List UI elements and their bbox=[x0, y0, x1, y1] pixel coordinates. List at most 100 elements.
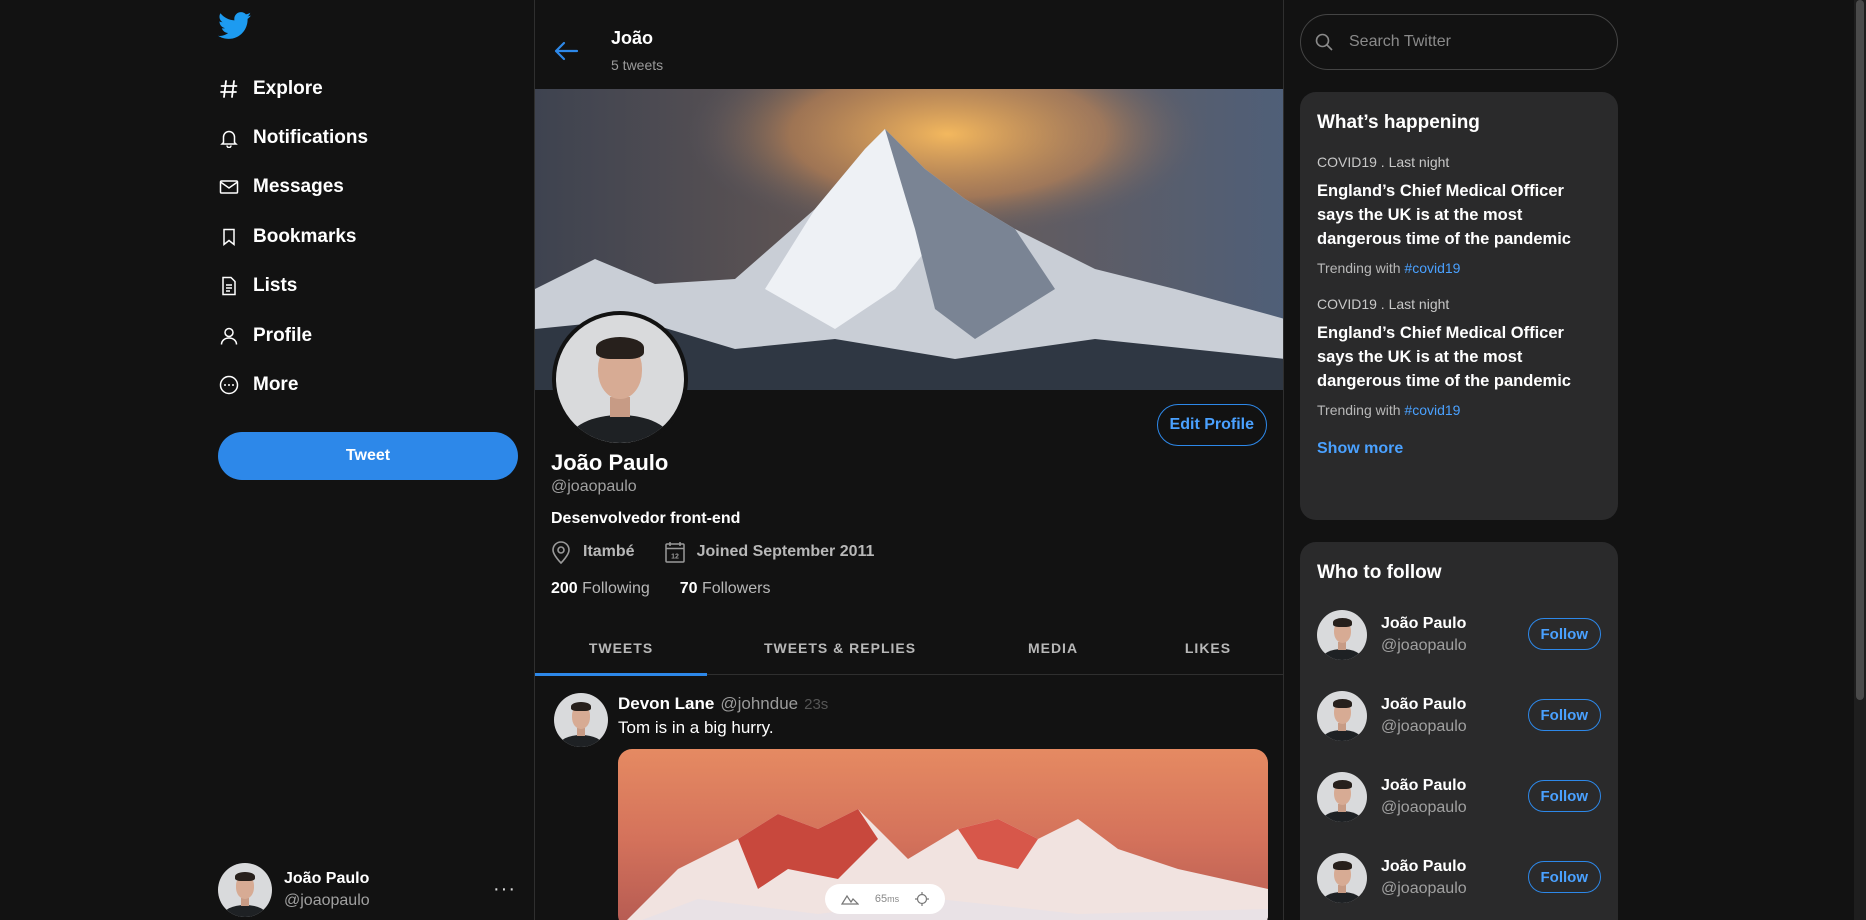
list-icon bbox=[218, 275, 240, 297]
trend-hashtag[interactable]: #covid19 bbox=[1404, 402, 1460, 418]
nav-messages-label: Messages bbox=[253, 176, 344, 198]
suggestion-name: João Paulo bbox=[1381, 776, 1467, 794]
tab-media[interactable]: MEDIA bbox=[973, 620, 1133, 675]
nav-notifications[interactable]: Notifications bbox=[218, 113, 368, 162]
profile-avatar[interactable] bbox=[552, 311, 688, 447]
whats-happening-card: What’s happening COVID19 . Last night En… bbox=[1300, 92, 1618, 520]
follow-button[interactable]: Follow bbox=[1527, 699, 1601, 731]
nav-explore[interactable]: Explore bbox=[218, 64, 368, 113]
twitter-bird-icon[interactable] bbox=[218, 12, 252, 40]
bell-icon bbox=[218, 127, 240, 149]
account-menu-icon[interactable]: ··· bbox=[493, 878, 516, 901]
hashtag-icon bbox=[218, 78, 240, 100]
profile-handle: @joaopaulo bbox=[551, 478, 637, 495]
nav-profile[interactable]: Profile bbox=[218, 311, 368, 360]
follow-suggestion[interactable]: João Paulo @joaopaulo Follow bbox=[1300, 756, 1618, 837]
search-icon bbox=[1315, 33, 1333, 51]
account-name: João Paulo bbox=[284, 870, 370, 887]
perf-number: 65 bbox=[874, 893, 888, 905]
follow-suggestion[interactable]: João Paulo @joaopaulo Follow bbox=[1300, 837, 1618, 918]
nav-bookmarks-label: Bookmarks bbox=[253, 225, 357, 247]
avatar bbox=[1317, 771, 1367, 822]
followers-link[interactable]: 70 Followers bbox=[680, 580, 771, 598]
page-scrollbar[interactable] bbox=[1854, 0, 1866, 920]
tweet-author-name[interactable]: Devon Lane bbox=[618, 694, 714, 713]
trend-headline: England’s Chief Medical Officer says the… bbox=[1317, 324, 1571, 390]
nav-bookmarks[interactable]: Bookmarks bbox=[218, 212, 368, 261]
more-icon bbox=[218, 374, 240, 396]
whats-happening-title: What’s happening bbox=[1317, 112, 1480, 133]
profile-stats: 200 Following 70 Followers bbox=[551, 580, 800, 598]
avatar bbox=[1317, 690, 1367, 741]
left-sidebar: Explore Notifications Messages Bookmarks… bbox=[218, 0, 518, 920]
trend-item[interactable]: COVID19 . Last night England’s Chief Med… bbox=[1300, 296, 1618, 418]
followers-count: 70 bbox=[679, 580, 698, 597]
following-label: Following bbox=[582, 580, 650, 597]
following-count: 200 bbox=[551, 580, 578, 597]
follow-suggestion[interactable]: João Paulo @joaopaulo Follow bbox=[1300, 675, 1618, 756]
trend-prefix: Trending with bbox=[1317, 260, 1401, 276]
nav-profile-label: Profile bbox=[253, 324, 313, 346]
tab-tweets[interactable]: TWEETS bbox=[535, 620, 707, 676]
profile-name: João Paulo bbox=[551, 450, 669, 475]
who-to-follow-card: Who to follow João Paulo @joaopaulo Follo… bbox=[1300, 542, 1618, 920]
tweet-timestamp: 23s bbox=[804, 696, 829, 713]
tweet-text: Tom is in a big hurry. bbox=[618, 718, 774, 737]
mountain-icon bbox=[840, 893, 859, 905]
perf-overlay[interactable]: 65ms bbox=[825, 884, 945, 914]
suggestion-handle: @joaopaulo bbox=[1381, 879, 1467, 897]
bookmark-icon bbox=[218, 226, 240, 248]
perf-value: 65ms bbox=[875, 893, 899, 905]
profile-column: João 5 tweets Edit Profile João Paulo @j… bbox=[534, 0, 1284, 920]
tab-likes[interactable]: LIKES bbox=[1133, 620, 1283, 675]
trend-meta: COVID19 . Last night bbox=[1317, 296, 1450, 312]
nav-messages[interactable]: Messages bbox=[218, 163, 368, 212]
nav-more[interactable]: More bbox=[218, 360, 368, 409]
suggestion-handle: @joaopaulo bbox=[1381, 636, 1467, 654]
profile-meta: Itambé 12 Joined September 2011 bbox=[551, 540, 904, 564]
account-handle: @joaopaulo bbox=[284, 892, 370, 909]
account-switcher[interactable]: João Paulo @joaopaulo ··· bbox=[218, 862, 518, 918]
user-icon bbox=[218, 325, 240, 347]
trend-item[interactable]: COVID19 . Last night England’s Chief Med… bbox=[1300, 154, 1618, 276]
tab-tweets-replies[interactable]: TWEETS & REPLIES bbox=[707, 620, 973, 675]
following-link[interactable]: 200 Following bbox=[551, 580, 650, 598]
who-to-follow-title: Who to follow bbox=[1317, 562, 1442, 583]
crosshair-icon[interactable] bbox=[915, 892, 930, 906]
nav-notifications-label: Notifications bbox=[253, 127, 369, 149]
suggestion-handle: @joaopaulo bbox=[1381, 717, 1467, 735]
follow-button[interactable]: Follow bbox=[1527, 861, 1601, 893]
trend-tag-line: Trending with #covid19 bbox=[1317, 402, 1601, 418]
show-more-link[interactable]: Show more bbox=[1300, 418, 1618, 478]
suggestion-name: João Paulo bbox=[1381, 857, 1467, 875]
profile-header: João 5 tweets bbox=[535, 0, 1283, 89]
nav-explore-label: Explore bbox=[253, 77, 323, 99]
tweet-count: 5 tweets bbox=[611, 57, 664, 73]
avatar bbox=[1317, 609, 1367, 660]
search-input[interactable] bbox=[1349, 33, 1589, 51]
search-box[interactable] bbox=[1300, 14, 1618, 70]
profile-bio: Desenvolvedor front-end bbox=[551, 510, 741, 527]
trend-prefix: Trending with bbox=[1317, 402, 1401, 418]
back-arrow-icon[interactable] bbox=[553, 40, 579, 62]
scrollbar-thumb[interactable] bbox=[1856, 0, 1864, 700]
follow-suggestion[interactable]: João Paulo @joaopaulo Follow bbox=[1300, 594, 1618, 675]
avatar[interactable] bbox=[554, 693, 608, 747]
follow-button[interactable]: Follow bbox=[1527, 780, 1601, 812]
main-nav: Explore Notifications Messages Bookmarks… bbox=[218, 64, 368, 410]
trend-hashtag[interactable]: #covid19 bbox=[1404, 260, 1460, 276]
trend-meta: COVID19 . Last night bbox=[1317, 154, 1450, 170]
suggestion-name: João Paulo bbox=[1381, 614, 1467, 632]
perf-unit: ms bbox=[887, 894, 900, 904]
tweet-button[interactable]: Tweet bbox=[218, 432, 518, 480]
joined-text: Joined September 2011 bbox=[696, 543, 875, 560]
edit-profile-button[interactable]: Edit Profile bbox=[1156, 404, 1267, 446]
nav-lists[interactable]: Lists bbox=[218, 262, 368, 311]
follow-button[interactable]: Follow bbox=[1527, 618, 1601, 650]
nav-lists-label: Lists bbox=[253, 275, 298, 297]
svg-text:12: 12 bbox=[671, 554, 679, 561]
location-pin-icon bbox=[551, 540, 583, 564]
followers-label: Followers bbox=[702, 580, 771, 597]
envelope-icon bbox=[218, 176, 240, 198]
trend-headline: England’s Chief Medical Officer says the… bbox=[1317, 182, 1571, 248]
